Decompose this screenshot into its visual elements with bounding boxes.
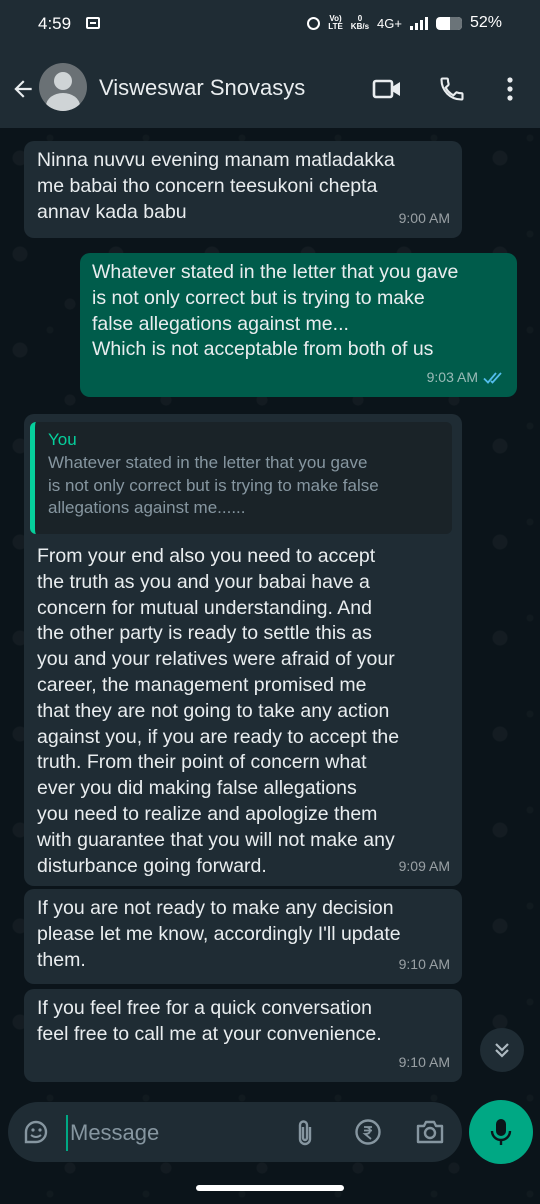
rupee-icon[interactable] — [354, 1118, 382, 1146]
status-bar: 4:59 Vo) LTE 0 KB/s 4G+ 52% — [0, 0, 540, 50]
message-time: 9:09 AM — [398, 858, 450, 875]
video-call-icon[interactable] — [372, 74, 402, 104]
avatar[interactable] — [39, 63, 87, 111]
battery-icon — [435, 16, 462, 30]
message-text: From your end also you need to accept th… — [37, 545, 400, 877]
sticker-icon[interactable] — [22, 1118, 50, 1146]
message-time: 9:10 AM — [398, 956, 450, 973]
network-speed: 0 KB/s — [350, 14, 370, 31]
message-incoming[interactable]: Ninna nuvvu evening manam matladakka me … — [24, 141, 462, 238]
chat-header: Visweswar Snovasys — [0, 50, 540, 128]
message-time: 9:10 AM — [398, 1054, 450, 1071]
message-incoming[interactable]: If you feel free for a quick conversatio… — [24, 989, 462, 1082]
network-type: 4G+ — [377, 15, 402, 31]
quoted-message[interactable]: You Whatever stated in the letter that y… — [30, 422, 452, 534]
mic-icon — [490, 1119, 512, 1145]
attach-icon[interactable] — [294, 1118, 316, 1148]
message-text: Whatever stated in the letter that you g… — [92, 261, 459, 361]
contact-name[interactable]: Visweswar Snovasys — [99, 75, 305, 101]
message-incoming[interactable]: If you are not ready to make any decisio… — [24, 889, 462, 984]
double-check-icon — [483, 372, 502, 384]
quote-author: You — [48, 430, 77, 449]
gesture-nav-handle[interactable] — [196, 1185, 344, 1191]
message-text: If you feel free for a quick conversatio… — [37, 997, 382, 1045]
message-text: Ninna nuvvu evening manam matladakka me … — [37, 149, 395, 223]
scroll-to-bottom-button[interactable] — [480, 1028, 524, 1072]
voice-message-button[interactable] — [469, 1100, 533, 1164]
message-time: 9:03 AM — [426, 369, 478, 386]
status-time: 4:59 — [38, 14, 72, 33]
alarm-icon — [307, 16, 321, 30]
message-text: If you are not ready to make any decisio… — [37, 897, 401, 971]
composer-bar — [8, 1102, 462, 1162]
signal-icon — [409, 16, 428, 30]
notification-icon — [86, 17, 100, 29]
battery-percent: 52% — [469, 14, 502, 31]
message-time: 9:00 AM — [398, 210, 450, 227]
more-options-icon[interactable] — [500, 74, 520, 104]
back-arrow-icon[interactable] — [10, 76, 36, 102]
message-meta: 9:03 AM — [427, 365, 505, 391]
status-icons: Vo) LTE 0 KB/s 4G+ 52% — [307, 14, 502, 32]
scroll-down-icon — [495, 1043, 509, 1058]
message-input[interactable] — [66, 1115, 272, 1151]
message-outgoing[interactable]: Whatever stated in the letter that you g… — [80, 253, 517, 397]
volte-indicator: Vo) LTE — [328, 14, 343, 31]
camera-icon[interactable] — [415, 1119, 445, 1145]
message-incoming-reply[interactable]: You Whatever stated in the letter that y… — [24, 414, 462, 886]
phone-icon[interactable] — [438, 74, 466, 104]
quote-text: Whatever stated in the letter that you g… — [48, 453, 379, 517]
